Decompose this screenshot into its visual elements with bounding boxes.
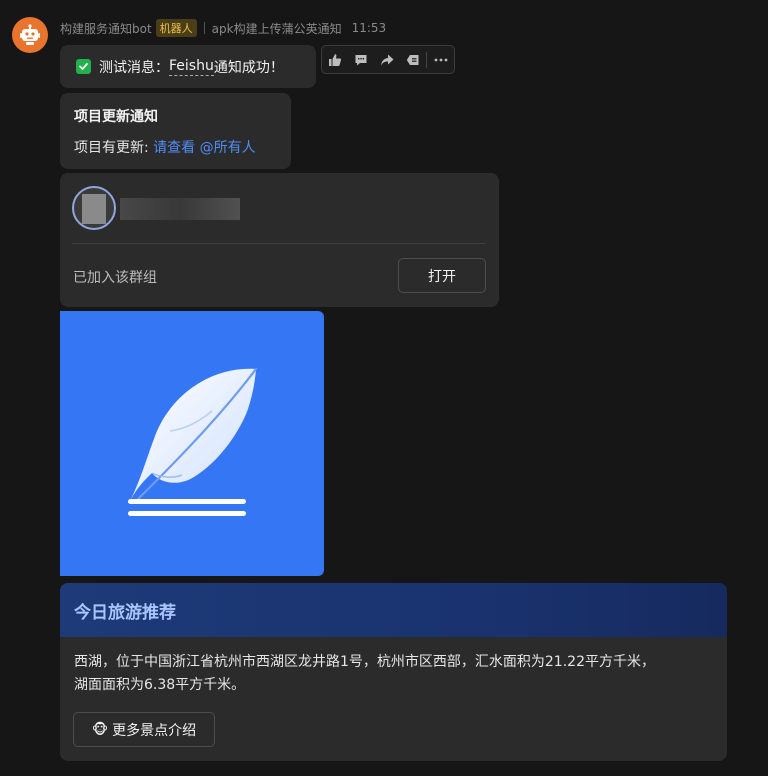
header-divider [203,22,205,34]
project-update-bubble[interactable]: 项目更新通知 项目有更新: 请查看 @所有人 [60,93,291,169]
feather-pen-icon [128,367,258,516]
card-divider [72,243,486,244]
group-name-redacted [120,198,240,220]
travel-text-line-1: 西湖，位于中国浙江省杭州市西湖区龙井路1号，杭州市区西部，汇水面积为21.22平… [74,654,655,670]
test-message-prefix: 测试消息： [99,59,169,76]
message-time: 11:53 [351,21,387,35]
travel-recommend-card: 今日旅游推荐 西湖，位于中国浙江省杭州市西湖区龙井路1号，杭州市区西部，汇水面积… [60,583,727,761]
travel-text-line-2: 湖面面积为6.38平方千米。 [74,677,246,693]
bot-avatar[interactable] [12,17,48,53]
join-status: 已加入该群组 [73,270,157,286]
robot-icon [20,24,40,45]
bot-badge: 机器人 [155,19,197,37]
feather-image[interactable] [60,311,324,576]
monkey-emoji-icon: 🐵 [91,721,109,738]
thumbs-up-icon [329,53,342,66]
project-update-text: 项目有更新: [74,140,154,156]
more-attractions-label: 更多景点介绍 [112,722,197,739]
message-header: 构建服务通知bot 机器人 apk构建上传蒲公英通知 11:53 [60,19,386,37]
comment-icon [355,54,367,65]
group-avatar [72,186,116,230]
open-group-button[interactable]: 打开 [398,258,486,293]
test-message-suffix: 通知成功！ [213,59,284,76]
mention-all-link[interactable]: @所有人 [200,140,256,156]
travel-card-body: 西湖，位于中国浙江省杭州市西湖区龙井路1号，杭州市区西部，汇水面积为21.22平… [60,637,727,697]
forward-icon [381,54,394,65]
more-actions-button[interactable] [427,46,454,73]
travel-card-title: 今日旅游推荐 [60,583,727,637]
more-icon [434,58,447,61]
view-link[interactable]: 请查看 [153,140,195,156]
tag-button[interactable] [400,46,426,73]
message-tag-icon [406,54,419,65]
group-name[interactable]: apk构建上传蒲公英通知 [212,20,342,37]
thumbs-up-button[interactable] [322,46,348,73]
reply-button[interactable] [348,46,374,73]
project-update-title: 项目更新通知 [74,109,158,125]
test-message-bubble[interactable]: 测试消息： Feishu 通知成功！ [60,45,316,88]
forward-button[interactable] [374,46,400,73]
checkmark-icon [76,59,91,74]
message-action-toolbar [321,45,455,74]
more-attractions-button[interactable]: 🐵 更多景点介绍 [73,712,215,747]
feishu-term[interactable]: Feishu [169,58,214,76]
project-update-line: 项目有更新: 请查看 @所有人 [74,137,291,157]
sender-name[interactable]: 构建服务通知bot [60,20,152,37]
group-share-card[interactable]: 已加入该群组 打开 [60,173,499,307]
